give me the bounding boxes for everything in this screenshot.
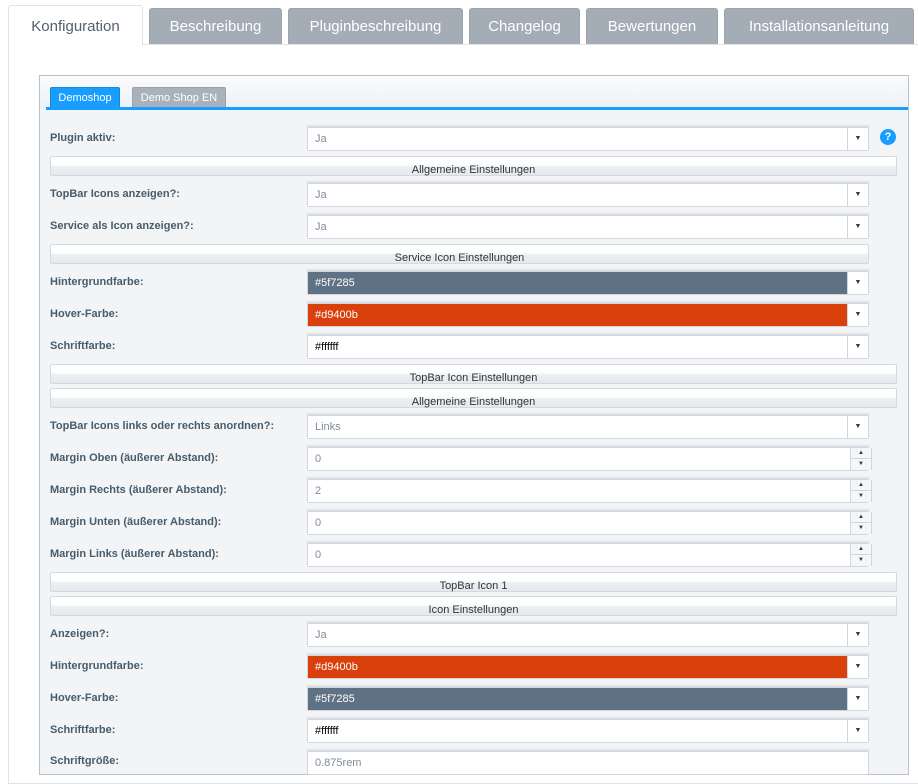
font-size-input[interactable]: 0.875rem — [307, 751, 869, 775]
font-size-label: Schriftgröße: — [50, 755, 120, 767]
color-swatch — [308, 304, 847, 326]
show-value: Ja — [315, 629, 327, 641]
plugin-aktiv-value: Ja — [315, 133, 327, 145]
color-swatch — [308, 688, 847, 710]
margin-bottom-value: 0 — [315, 517, 322, 529]
tab-demoshop[interactable]: Demoshop — [50, 87, 120, 108]
margin-top-value: 0 — [315, 453, 322, 465]
help-icon[interactable]: ? — [880, 129, 896, 145]
bg-color-picker[interactable]: #5f7285 ▼ — [307, 271, 869, 295]
color-swatch — [308, 272, 847, 294]
stepper-up-icon[interactable]: ▲ — [851, 480, 871, 491]
topbar-icons-label: TopBar Icons anzeigen?: — [50, 188, 180, 200]
chevron-down-icon[interactable]: ▼ — [847, 304, 868, 326]
section-header-allgemeine: Allgemeine Einstellungen — [50, 156, 897, 176]
show-label: Anzeigen?: — [50, 628, 110, 640]
bg-color-value: #5f7285 — [315, 277, 355, 289]
icon-font-color-label: Schriftfarbe: — [50, 724, 116, 736]
margin-left-value: 0 — [315, 549, 322, 561]
hover-color-label: Hover-Farbe: — [50, 308, 119, 320]
number-stepper[interactable]: ▲ ▼ — [850, 480, 872, 502]
section-header-topbar-icon: TopBar Icon Einstellungen — [50, 364, 897, 384]
icon-bg-color-value: #d9400b — [315, 661, 358, 673]
number-stepper[interactable]: ▲ ▼ — [850, 544, 872, 566]
section-header-icon-einstellungen: Icon Einstellungen — [50, 596, 897, 616]
tab-installationsanleitung[interactable]: Installationsanleitung — [724, 8, 914, 44]
chevron-down-icon[interactable]: ▼ — [847, 624, 868, 646]
margin-bottom-input[interactable]: 0 ▲ ▼ — [307, 511, 872, 535]
chevron-down-icon[interactable]: ▼ — [847, 720, 868, 742]
margin-right-value: 2 — [315, 485, 322, 497]
number-stepper[interactable]: ▲ ▼ — [850, 448, 872, 470]
plugin-aktiv-select[interactable]: Ja ▼ — [307, 127, 869, 151]
service-icon-value: Ja — [315, 221, 327, 233]
chevron-down-icon[interactable]: ▼ — [847, 272, 868, 294]
margin-right-label: Margin Rechts (äußerer Abstand): — [50, 484, 227, 496]
font-color-picker[interactable]: #ffffff ▼ — [307, 335, 869, 359]
service-icon-select[interactable]: Ja ▼ — [307, 215, 869, 239]
chevron-down-icon[interactable]: ▼ — [847, 184, 868, 206]
tab-beschreibung[interactable]: Beschreibung — [149, 8, 282, 44]
icon-hover-color-label: Hover-Farbe: — [50, 692, 119, 704]
icon-bg-color-picker[interactable]: #d9400b ▼ — [307, 655, 869, 679]
chevron-down-icon[interactable]: ▼ — [847, 688, 868, 710]
tab-demo-shop-en[interactable]: Demo Shop EN — [132, 87, 226, 108]
align-label: TopBar Icons links oder rechts anordnen?… — [50, 420, 275, 432]
icon-font-color-value: #ffffff — [315, 725, 339, 737]
tab-changelog[interactable]: Changelog — [469, 8, 580, 44]
stepper-up-icon[interactable]: ▲ — [851, 512, 871, 523]
margin-top-input[interactable]: 0 ▲ ▼ — [307, 447, 872, 471]
plugin-tabs: Konfiguration Beschreibung Pluginbeschre… — [0, 0, 918, 45]
icon-font-color-picker[interactable]: #ffffff ▼ — [307, 719, 869, 743]
margin-bottom-label: Margin Unten (äußerer Abstand): — [50, 516, 222, 528]
service-icon-label: Service als Icon anzeigen?: — [50, 220, 194, 232]
icon-bg-color-label: Hintergrundfarbe: — [50, 660, 144, 672]
section-header-service-icon: Service Icon Einstellungen — [50, 244, 869, 264]
chevron-down-icon[interactable]: ▼ — [847, 416, 868, 438]
stepper-down-icon[interactable]: ▼ — [851, 459, 871, 470]
margin-left-label: Margin Links (äußerer Abstand): — [50, 548, 219, 560]
tab-konfiguration[interactable]: Konfiguration — [8, 5, 143, 45]
align-value: Links — [315, 421, 341, 433]
section-header-topbar-icon-1: TopBar Icon 1 — [50, 572, 897, 592]
chevron-down-icon[interactable]: ▼ — [847, 336, 868, 358]
margin-right-input[interactable]: 2 ▲ ▼ — [307, 479, 872, 503]
hover-color-picker[interactable]: #d9400b ▼ — [307, 303, 869, 327]
number-stepper[interactable]: ▲ ▼ — [850, 512, 872, 534]
color-swatch — [308, 656, 847, 678]
font-color-label: Schriftfarbe: — [50, 340, 116, 352]
section-header-allgemeine-2: Allgemeine Einstellungen — [50, 388, 897, 408]
topbar-icons-value: Ja — [315, 189, 327, 201]
chevron-down-icon[interactable]: ▼ — [847, 128, 868, 150]
icon-hover-color-value: #5f7285 — [315, 693, 355, 705]
font-color-value: #ffffff — [315, 341, 339, 353]
icon-hover-color-picker[interactable]: #5f7285 ▼ — [307, 687, 869, 711]
color-swatch — [308, 720, 847, 742]
topbar-icons-select[interactable]: Ja ▼ — [307, 183, 869, 207]
stepper-down-icon[interactable]: ▼ — [851, 491, 871, 502]
shop-tabs-underline — [46, 107, 908, 110]
chevron-down-icon[interactable]: ▼ — [847, 216, 868, 238]
margin-left-input[interactable]: 0 ▲ ▼ — [307, 543, 872, 567]
stepper-up-icon[interactable]: ▲ — [851, 448, 871, 459]
align-select[interactable]: Links ▼ — [307, 415, 869, 439]
stepper-up-icon[interactable]: ▲ — [851, 544, 871, 555]
stepper-down-icon[interactable]: ▼ — [851, 555, 871, 566]
stepper-down-icon[interactable]: ▼ — [851, 523, 871, 534]
color-swatch — [308, 336, 847, 358]
show-select[interactable]: Ja ▼ — [307, 623, 869, 647]
chevron-down-icon[interactable]: ▼ — [847, 656, 868, 678]
margin-top-label: Margin Oben (äußerer Abstand): — [50, 452, 219, 464]
font-size-value: 0.875rem — [315, 757, 362, 769]
bg-color-label: Hintergrundfarbe: — [50, 276, 144, 288]
hover-color-value: #d9400b — [315, 309, 358, 321]
tab-pluginbeschreibung[interactable]: Pluginbeschreibung — [288, 8, 463, 44]
plugin-aktiv-label: Plugin aktiv: — [50, 132, 116, 144]
tab-bewertungen[interactable]: Bewertungen — [586, 8, 718, 44]
